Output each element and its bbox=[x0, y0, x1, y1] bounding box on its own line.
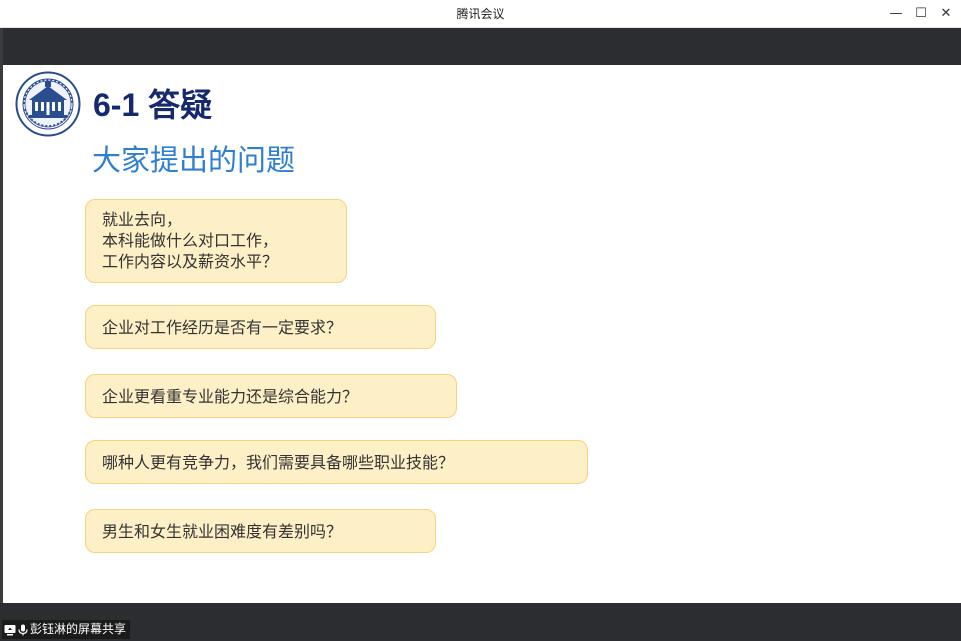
question-bubble-1: 就业去向， 本科能做什么对口工作， 工作内容以及薪资水平？ bbox=[85, 199, 347, 283]
question-bubble-5: 男生和女生就业困难度有差别吗？ bbox=[85, 509, 436, 553]
slide-title: 6-1 答疑 bbox=[93, 87, 213, 123]
meeting-top-toolbar[interactable] bbox=[3, 28, 961, 65]
question-line: 就业去向， bbox=[102, 210, 183, 229]
window-title: 腾讯会议 bbox=[456, 7, 505, 21]
question-line: 本科能做什么对口工作， bbox=[102, 231, 279, 250]
close-button[interactable]: ✕ bbox=[934, 0, 958, 28]
question-bubble-4: 哪种人更有竞争力，我们需要具备哪些职业技能？ bbox=[85, 440, 588, 484]
question-line: 男生和女生就业困难度有差别吗？ bbox=[102, 522, 343, 541]
question-line: 哪种人更有竞争力，我们需要具备哪些职业技能？ bbox=[102, 453, 455, 472]
maximize-button[interactable]: ☐ bbox=[909, 0, 933, 28]
question-line: 工作内容以及薪资水平？ bbox=[102, 252, 279, 271]
screen-share-label: 彭钰淋的屏幕共享 bbox=[30, 622, 127, 636]
question-line: 企业对工作经历是否有一定要求？ bbox=[102, 318, 343, 337]
slide-subtitle: 大家提出的问题 bbox=[92, 143, 296, 177]
minimize-button[interactable]: — bbox=[884, 0, 908, 28]
question-bubble-2: 企业对工作经历是否有一定要求？ bbox=[85, 305, 436, 349]
window-titlebar: 腾讯会议 — ☐ ✕ bbox=[0, 0, 961, 28]
university-seal-logo bbox=[15, 71, 81, 137]
question-bubble-3: 企业更看重专业能力还是综合能力？ bbox=[85, 374, 457, 418]
screen-share-indicator[interactable]: 彭钰淋的屏幕共享 bbox=[2, 620, 131, 639]
screen-share-icon bbox=[4, 624, 16, 635]
shared-slide: 6-1 答疑 大家提出的问题 就业去向， 本科能做什么对口工作， 工作内容以及薪… bbox=[3, 65, 960, 603]
meeting-bottom-toolbar[interactable] bbox=[0, 603, 961, 641]
microphone-icon bbox=[18, 624, 28, 635]
question-line: 企业更看重专业能力还是综合能力？ bbox=[102, 387, 359, 406]
